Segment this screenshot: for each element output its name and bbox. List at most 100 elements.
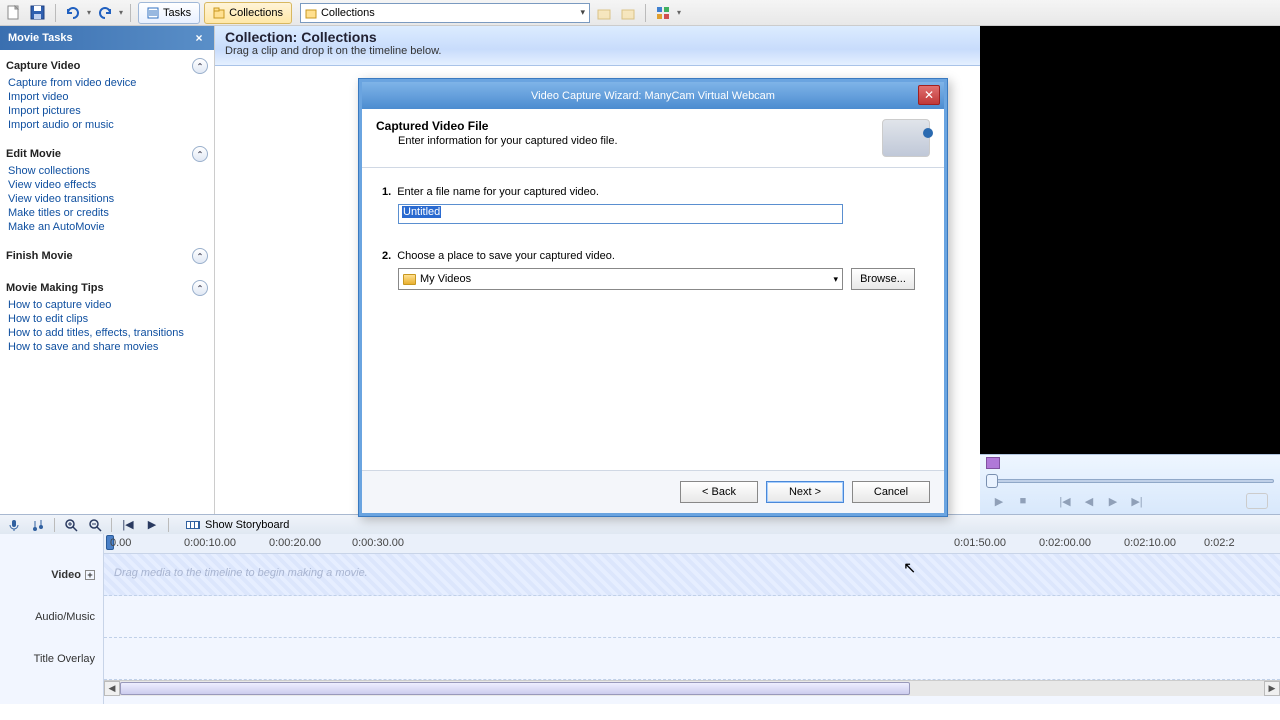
section-title: Finish Movie⌃ [0, 246, 214, 266]
tasks-tab[interactable]: Tasks [138, 2, 200, 24]
folder-value: My Videos [420, 273, 471, 285]
sidebar-link[interactable]: Make an AutoMovie [0, 220, 214, 234]
dialog-title: Video Capture Wizard: ManyCam Virtual We… [531, 90, 775, 102]
split-clip-icon[interactable] [1246, 493, 1268, 509]
scroll-thumb[interactable] [120, 682, 910, 695]
dialog-footer: < Back Next > Cancel [362, 470, 944, 513]
folder-icon [403, 274, 416, 285]
show-storyboard-button[interactable]: Show Storyboard [177, 517, 298, 533]
new-folder-icon[interactable] [618, 3, 638, 23]
narrate-icon[interactable] [6, 517, 22, 533]
video-track[interactable]: Drag media to the timeline to begin maki… [104, 554, 1280, 596]
sidebar-link[interactable]: View video transitions [0, 192, 214, 206]
sidebar-link[interactable]: How to edit clips [0, 312, 214, 326]
chevron-up-icon[interactable]: ⌃ [192, 280, 208, 296]
timeline-toolbar: |◀ ▶ Show Storyboard [0, 514, 1280, 534]
sidebar-link[interactable]: How to add titles, effects, transitions [0, 326, 214, 340]
sidebar-link[interactable]: Import audio or music [0, 118, 214, 132]
stop-icon[interactable]: ■ [1016, 494, 1030, 508]
sidebar-title: Movie Tasks [8, 32, 73, 44]
timeline-ruler[interactable]: 0.000:00:10.000:00:20.000:00:30.000:01:5… [104, 534, 1280, 554]
timeline-hint: Drag media to the timeline to begin maki… [104, 554, 1280, 592]
sidebar-link[interactable]: View video effects [0, 178, 214, 192]
seek-handle[interactable] [986, 474, 998, 488]
scroll-left-icon[interactable]: ◀ [104, 681, 120, 696]
main-toolbar: ▾ ▾ Tasks Collections Collections ▾ [0, 0, 1280, 26]
video-capture-wizard-dialog: Video Capture Wizard: ManyCam Virtual We… [358, 78, 948, 517]
collections-tab-label: Collections [229, 7, 283, 19]
rewind-icon[interactable]: |◀ [120, 517, 136, 533]
sidebar-section: Movie Making Tips⌃How to capture videoHo… [0, 272, 214, 360]
sidebar-link[interactable]: How to capture video [0, 298, 214, 312]
audio-track[interactable] [104, 596, 1280, 638]
sidebar-section: Edit Movie⌃Show collectionsView video ef… [0, 138, 214, 240]
sidebar-section: Finish Movie⌃ [0, 240, 214, 272]
sidebar-link[interactable]: How to save and share movies [0, 340, 214, 354]
title-track[interactable] [104, 638, 1280, 680]
step-back-icon[interactable]: ◀ [1082, 494, 1096, 508]
chevron-up-icon[interactable]: ⌃ [192, 248, 208, 264]
monitor-icon[interactable] [986, 457, 1000, 469]
ruler-tick: 0:02:00.00 [1039, 537, 1091, 549]
section-title: Movie Making Tips⌃ [0, 278, 214, 298]
next-button[interactable]: Next > [766, 481, 844, 503]
section-title: Edit Movie⌃ [0, 144, 214, 164]
horizontal-scrollbar[interactable]: ◀ ▶ [104, 680, 1280, 696]
dialog-titlebar[interactable]: Video Capture Wizard: ManyCam Virtual We… [359, 79, 947, 109]
chevron-up-icon[interactable]: ⌃ [192, 146, 208, 162]
zoom-in-icon[interactable] [63, 517, 79, 533]
tasks-sidebar: Movie Tasks × Capture Video⌃Capture from… [0, 26, 215, 514]
view-options-icon[interactable] [653, 3, 673, 23]
new-project-icon[interactable] [4, 3, 24, 23]
preview-controls: ▶ ■ |◀ ◀ ▶ ▶| [980, 454, 1280, 514]
separator [645, 4, 646, 22]
save-icon[interactable] [28, 3, 48, 23]
sidebar-link[interactable]: Import pictures [0, 104, 214, 118]
undo-icon[interactable] [63, 3, 83, 23]
dialog-subheading: Enter information for your captured vide… [376, 133, 618, 147]
expand-icon[interactable]: + [85, 570, 95, 580]
ruler-tick: 0:02:2 [1204, 537, 1235, 549]
zoom-out-icon[interactable] [87, 517, 103, 533]
chevron-up-icon[interactable]: ⌃ [192, 58, 208, 74]
tasks-tab-label: Tasks [163, 7, 191, 19]
scroll-right-icon[interactable]: ▶ [1264, 681, 1280, 696]
timeline: Video + Audio/Music Title Overlay 0.000:… [0, 534, 1280, 704]
step2-label: Choose a place to save your captured vid… [397, 250, 615, 262]
separator [55, 4, 56, 22]
filename-value: Untitled [402, 206, 441, 218]
close-icon[interactable]: × [192, 31, 206, 45]
ruler-tick: 0:02:10.00 [1124, 537, 1176, 549]
sidebar-link[interactable]: Make titles or credits [0, 206, 214, 220]
skip-back-icon[interactable]: |◀ [1058, 494, 1072, 508]
play-timeline-icon[interactable]: ▶ [144, 517, 160, 533]
step1-label: Enter a file name for your captured vide… [397, 186, 599, 198]
step-2: 2.Choose a place to save your captured v… [382, 250, 924, 262]
step-fwd-icon[interactable]: ▶ [1106, 494, 1120, 508]
sidebar-link[interactable]: Show collections [0, 164, 214, 178]
sidebar-link[interactable]: Import video [0, 90, 214, 104]
folder-up-icon[interactable] [594, 3, 614, 23]
collections-dropdown[interactable]: Collections [300, 3, 590, 23]
filename-input[interactable]: Untitled [398, 204, 843, 224]
redo-icon[interactable] [95, 3, 115, 23]
dialog-header: Captured Video File Enter information fo… [362, 109, 944, 168]
back-button[interactable]: < Back [680, 481, 758, 503]
save-location-dropdown[interactable]: My Videos [398, 268, 843, 290]
cancel-button[interactable]: Cancel [852, 481, 930, 503]
video-track-label: Video + [0, 554, 103, 596]
close-icon[interactable]: ✕ [918, 85, 940, 105]
ruler-tick: 0:01:50.00 [954, 537, 1006, 549]
skip-fwd-icon[interactable]: ▶| [1130, 494, 1144, 508]
seek-bar[interactable] [986, 472, 1274, 490]
collections-tab[interactable]: Collections [204, 2, 292, 24]
play-icon[interactable]: ▶ [992, 494, 1006, 508]
browse-button[interactable]: Browse... [851, 268, 915, 290]
title-track-label: Title Overlay [0, 638, 103, 680]
sidebar-link[interactable]: Capture from video device [0, 76, 214, 90]
collection-title: Collection: Collections [225, 29, 970, 45]
audio-levels-icon[interactable] [30, 517, 46, 533]
ruler-tick: 0:00:20.00 [269, 537, 321, 549]
collection-header: Collection: Collections Drag a clip and … [215, 26, 980, 66]
ruler-tick: 0:00:10.00 [184, 537, 236, 549]
